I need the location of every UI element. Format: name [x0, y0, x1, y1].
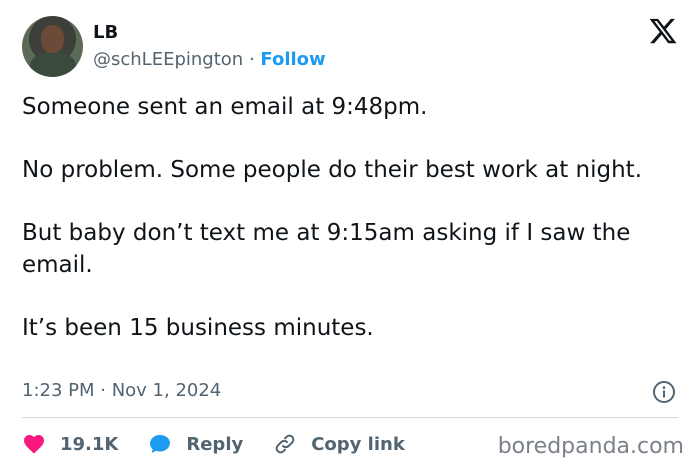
tweet-paragraph: It’s been 15 business minutes. [22, 314, 374, 341]
reply-label: Reply [186, 433, 244, 455]
handle-row: @schLEEpington · Follow [93, 49, 326, 70]
info-icon[interactable] [652, 380, 676, 404]
tweet-text: Someone sent an email at 9:48pm. No prob… [22, 92, 672, 344]
action-bar: 19.1K Reply Copy link [22, 429, 435, 459]
reply-button[interactable]: Reply [148, 432, 243, 456]
tweet-paragraph: But baby don’t text me at 9:15am asking … [22, 220, 631, 278]
avatar[interactable] [22, 16, 83, 77]
like-count: 19.1K [60, 433, 119, 455]
tweet-paragraph: No problem. Some people do their best wo… [22, 157, 643, 183]
tweet-timestamp[interactable]: 1:23 PM · Nov 1, 2024 [22, 380, 221, 401]
tweet-paragraph: Someone sent an email at 9:48pm. [22, 94, 428, 120]
x-logo-icon[interactable] [648, 16, 678, 46]
separator-dot: · [248, 49, 255, 70]
divider [22, 417, 678, 418]
copy-link-label: Copy link [311, 433, 405, 455]
reply-bubble-icon [150, 435, 171, 453]
follow-button[interactable]: Follow [260, 49, 325, 70]
user-handle[interactable]: @schLEEpington [93, 49, 243, 70]
heart-icon [24, 435, 44, 454]
tweet-header: LB @schLEEpington · Follow [22, 16, 678, 78]
user-name[interactable]: LB [93, 22, 118, 43]
like-button[interactable]: 19.1K [22, 432, 118, 456]
copy-link-button[interactable]: Copy link [273, 432, 405, 456]
meta-row: 1:23 PM · Nov 1, 2024 [22, 378, 678, 406]
watermark: boredpanda.com [497, 434, 684, 459]
link-icon [275, 434, 295, 454]
